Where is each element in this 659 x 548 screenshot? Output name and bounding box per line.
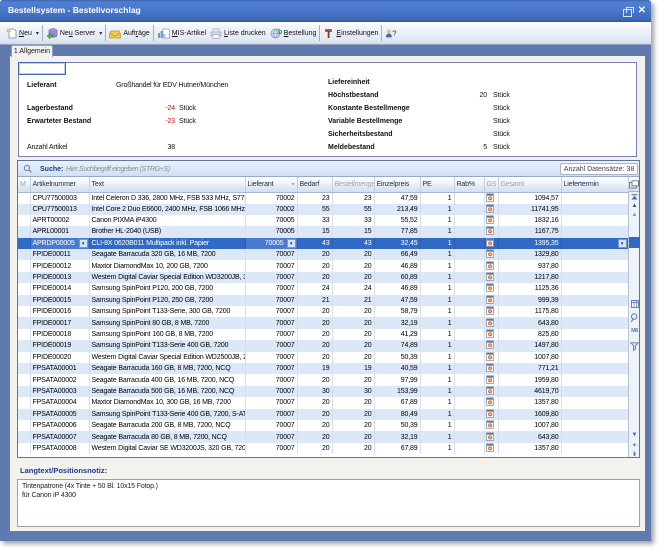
- svg-text:b: b: [278, 29, 282, 36]
- svg-text:?: ?: [393, 28, 397, 37]
